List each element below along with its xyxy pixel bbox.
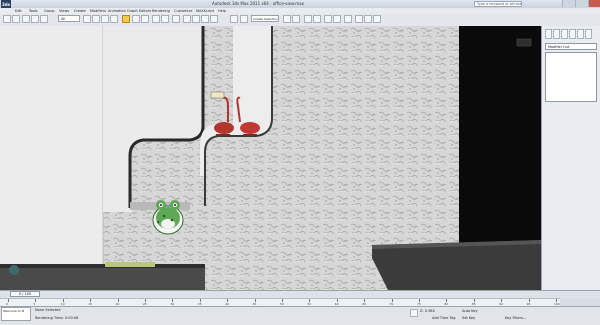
menu-maxscript[interactable]: MAXScript xyxy=(196,9,214,13)
set-key-button[interactable]: Set Key xyxy=(462,316,475,320)
menu-create[interactable]: Create xyxy=(74,9,86,13)
infocenter-search-input[interactable]: Type a keyword or phrase xyxy=(474,1,522,7)
object-name-tag xyxy=(210,91,225,99)
move-icon[interactable] xyxy=(122,15,130,23)
select-icon[interactable] xyxy=(83,15,91,23)
add-time-tag[interactable]: Add Time Tag xyxy=(432,316,456,320)
undo-icon[interactable] xyxy=(3,15,11,23)
unlink-icon[interactable] xyxy=(31,15,39,23)
layer-manager-icon[interactable] xyxy=(304,15,312,23)
perspective-viewport[interactable] xyxy=(0,26,541,290)
close-icon[interactable] xyxy=(588,0,600,7)
coordinate-display: Z: 0.364 xyxy=(420,309,435,313)
curve-editor-icon[interactable] xyxy=(324,15,332,23)
counter xyxy=(0,266,205,290)
render-setup-icon[interactable] xyxy=(355,15,363,23)
maximize-icon[interactable] xyxy=(575,0,588,7)
left-wall xyxy=(0,26,103,266)
snap-icon[interactable] xyxy=(183,15,191,23)
scale-icon[interactable] xyxy=(141,15,149,23)
prompt-line: Rendering Time: 0:00:08 xyxy=(35,316,79,320)
menu-tools[interactable]: Tools xyxy=(29,9,38,13)
create-tab-icon[interactable] xyxy=(545,29,552,39)
menu-modifiers[interactable]: Modifiers xyxy=(90,9,106,13)
redo-icon[interactable] xyxy=(12,15,20,23)
modify-tab-icon[interactable] xyxy=(553,29,560,39)
schematic-view-icon[interactable] xyxy=(333,15,341,23)
rotate-icon[interactable] xyxy=(132,15,140,23)
minimize-icon[interactable] xyxy=(562,0,575,7)
lock-icon[interactable] xyxy=(410,309,418,317)
modifier-list-dropdown[interactable]: Modifier List xyxy=(545,43,597,50)
timeline-tick xyxy=(35,299,37,302)
timeline-tick xyxy=(8,299,9,302)
spinner-snap-icon[interactable] xyxy=(210,15,218,23)
motion-tab-icon[interactable] xyxy=(569,29,576,39)
bind-icon[interactable] xyxy=(40,15,48,23)
modifier-stack[interactable] xyxy=(545,52,597,102)
graphite-toggle-icon[interactable] xyxy=(313,15,321,23)
menu-help[interactable]: Help xyxy=(218,9,226,13)
time-slider-thumb[interactable]: 0 / 100 xyxy=(10,291,40,297)
percent-snap-icon[interactable] xyxy=(201,15,209,23)
select-by-name-icon[interactable] xyxy=(92,15,100,23)
menu-rendering[interactable]: Rendering xyxy=(152,9,170,13)
menu-customize[interactable]: Customize xyxy=(174,9,192,13)
utilities-tab-icon[interactable] xyxy=(585,29,592,39)
auto-key-button[interactable]: Auto Key xyxy=(462,309,478,313)
menu-animation[interactable]: Animation xyxy=(108,9,126,13)
align-icon[interactable] xyxy=(292,15,300,23)
hierarchy-tab-icon[interactable] xyxy=(561,29,568,39)
maxscript-listener[interactable]: Welcome to M xyxy=(1,307,31,321)
reference-coord-icon[interactable] xyxy=(152,15,160,23)
menu-group[interactable]: Group xyxy=(44,9,55,13)
render-production-icon[interactable] xyxy=(373,15,381,23)
dark-doorway xyxy=(459,26,541,246)
menu-edit[interactable]: Edit xyxy=(15,9,22,13)
edit-named-selection-icon[interactable] xyxy=(230,15,238,23)
command-panel-tabs xyxy=(545,29,597,41)
selection-status: None Selected xyxy=(35,308,61,312)
region-select-icon[interactable] xyxy=(101,15,109,23)
selection-set-dropdown[interactable]: Create Selection Se xyxy=(251,15,279,22)
angle-snap-icon[interactable] xyxy=(192,15,200,23)
rendered-frame-icon[interactable] xyxy=(364,15,372,23)
mirror-icon[interactable] xyxy=(283,15,291,23)
window-crossing-icon[interactable] xyxy=(110,15,118,23)
display-tab-icon[interactable] xyxy=(577,29,584,39)
menu-graph-editors[interactable]: Graph Editors xyxy=(127,9,151,13)
named-selection-icon[interactable] xyxy=(240,15,248,23)
link-icon[interactable] xyxy=(22,15,30,23)
menu-views[interactable]: Views xyxy=(59,9,69,13)
window-title: Autodesk 3ds Max 2011 x64 - office-view.… xyxy=(212,1,304,6)
material-editor-icon[interactable] xyxy=(344,15,352,23)
pivot-icon[interactable] xyxy=(161,15,169,23)
manipulate-icon[interactable] xyxy=(172,15,180,23)
key-filters-button[interactable]: Key Filters... xyxy=(505,316,526,320)
selection-filter-dropdown[interactable]: All xyxy=(58,15,80,22)
viewport-scene xyxy=(0,26,541,290)
